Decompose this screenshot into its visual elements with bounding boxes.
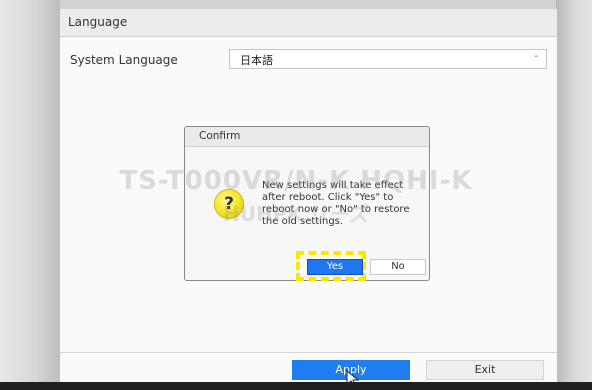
window-title: Language bbox=[68, 15, 128, 29]
exit-button[interactable]: Exit bbox=[426, 360, 544, 380]
no-button[interactable]: No bbox=[370, 259, 426, 275]
dialog-title: Confirm bbox=[199, 130, 241, 142]
dialog-message: New settings will take effect after rebo… bbox=[262, 180, 410, 227]
monitor-bezel-right bbox=[556, 0, 592, 390]
mouse-cursor-icon bbox=[346, 370, 360, 382]
monitor-bezel-left bbox=[0, 0, 60, 390]
language-settings-screen: Language System Language 日本語 - Confirm ?… bbox=[60, 9, 557, 382]
system-language-dropdown[interactable]: 日本語 - bbox=[229, 49, 547, 69]
window-title-bar: Language bbox=[60, 9, 557, 37]
system-language-value: 日本語 bbox=[240, 54, 273, 67]
system-language-label: System Language bbox=[70, 53, 178, 67]
confirm-dialog: Confirm ? New settings will take effect … bbox=[184, 126, 430, 281]
question-icon: ? bbox=[215, 190, 243, 218]
dialog-title-bar: Confirm bbox=[185, 127, 429, 147]
dropdown-arrow-icon: - bbox=[534, 51, 538, 62]
monitor-bezel-bottom bbox=[0, 382, 592, 390]
question-mark-glyph: ? bbox=[224, 194, 234, 214]
yes-button[interactable]: Yes bbox=[307, 259, 363, 275]
monitor-bezel-top bbox=[0, 0, 592, 9]
footer-divider bbox=[60, 352, 557, 353]
